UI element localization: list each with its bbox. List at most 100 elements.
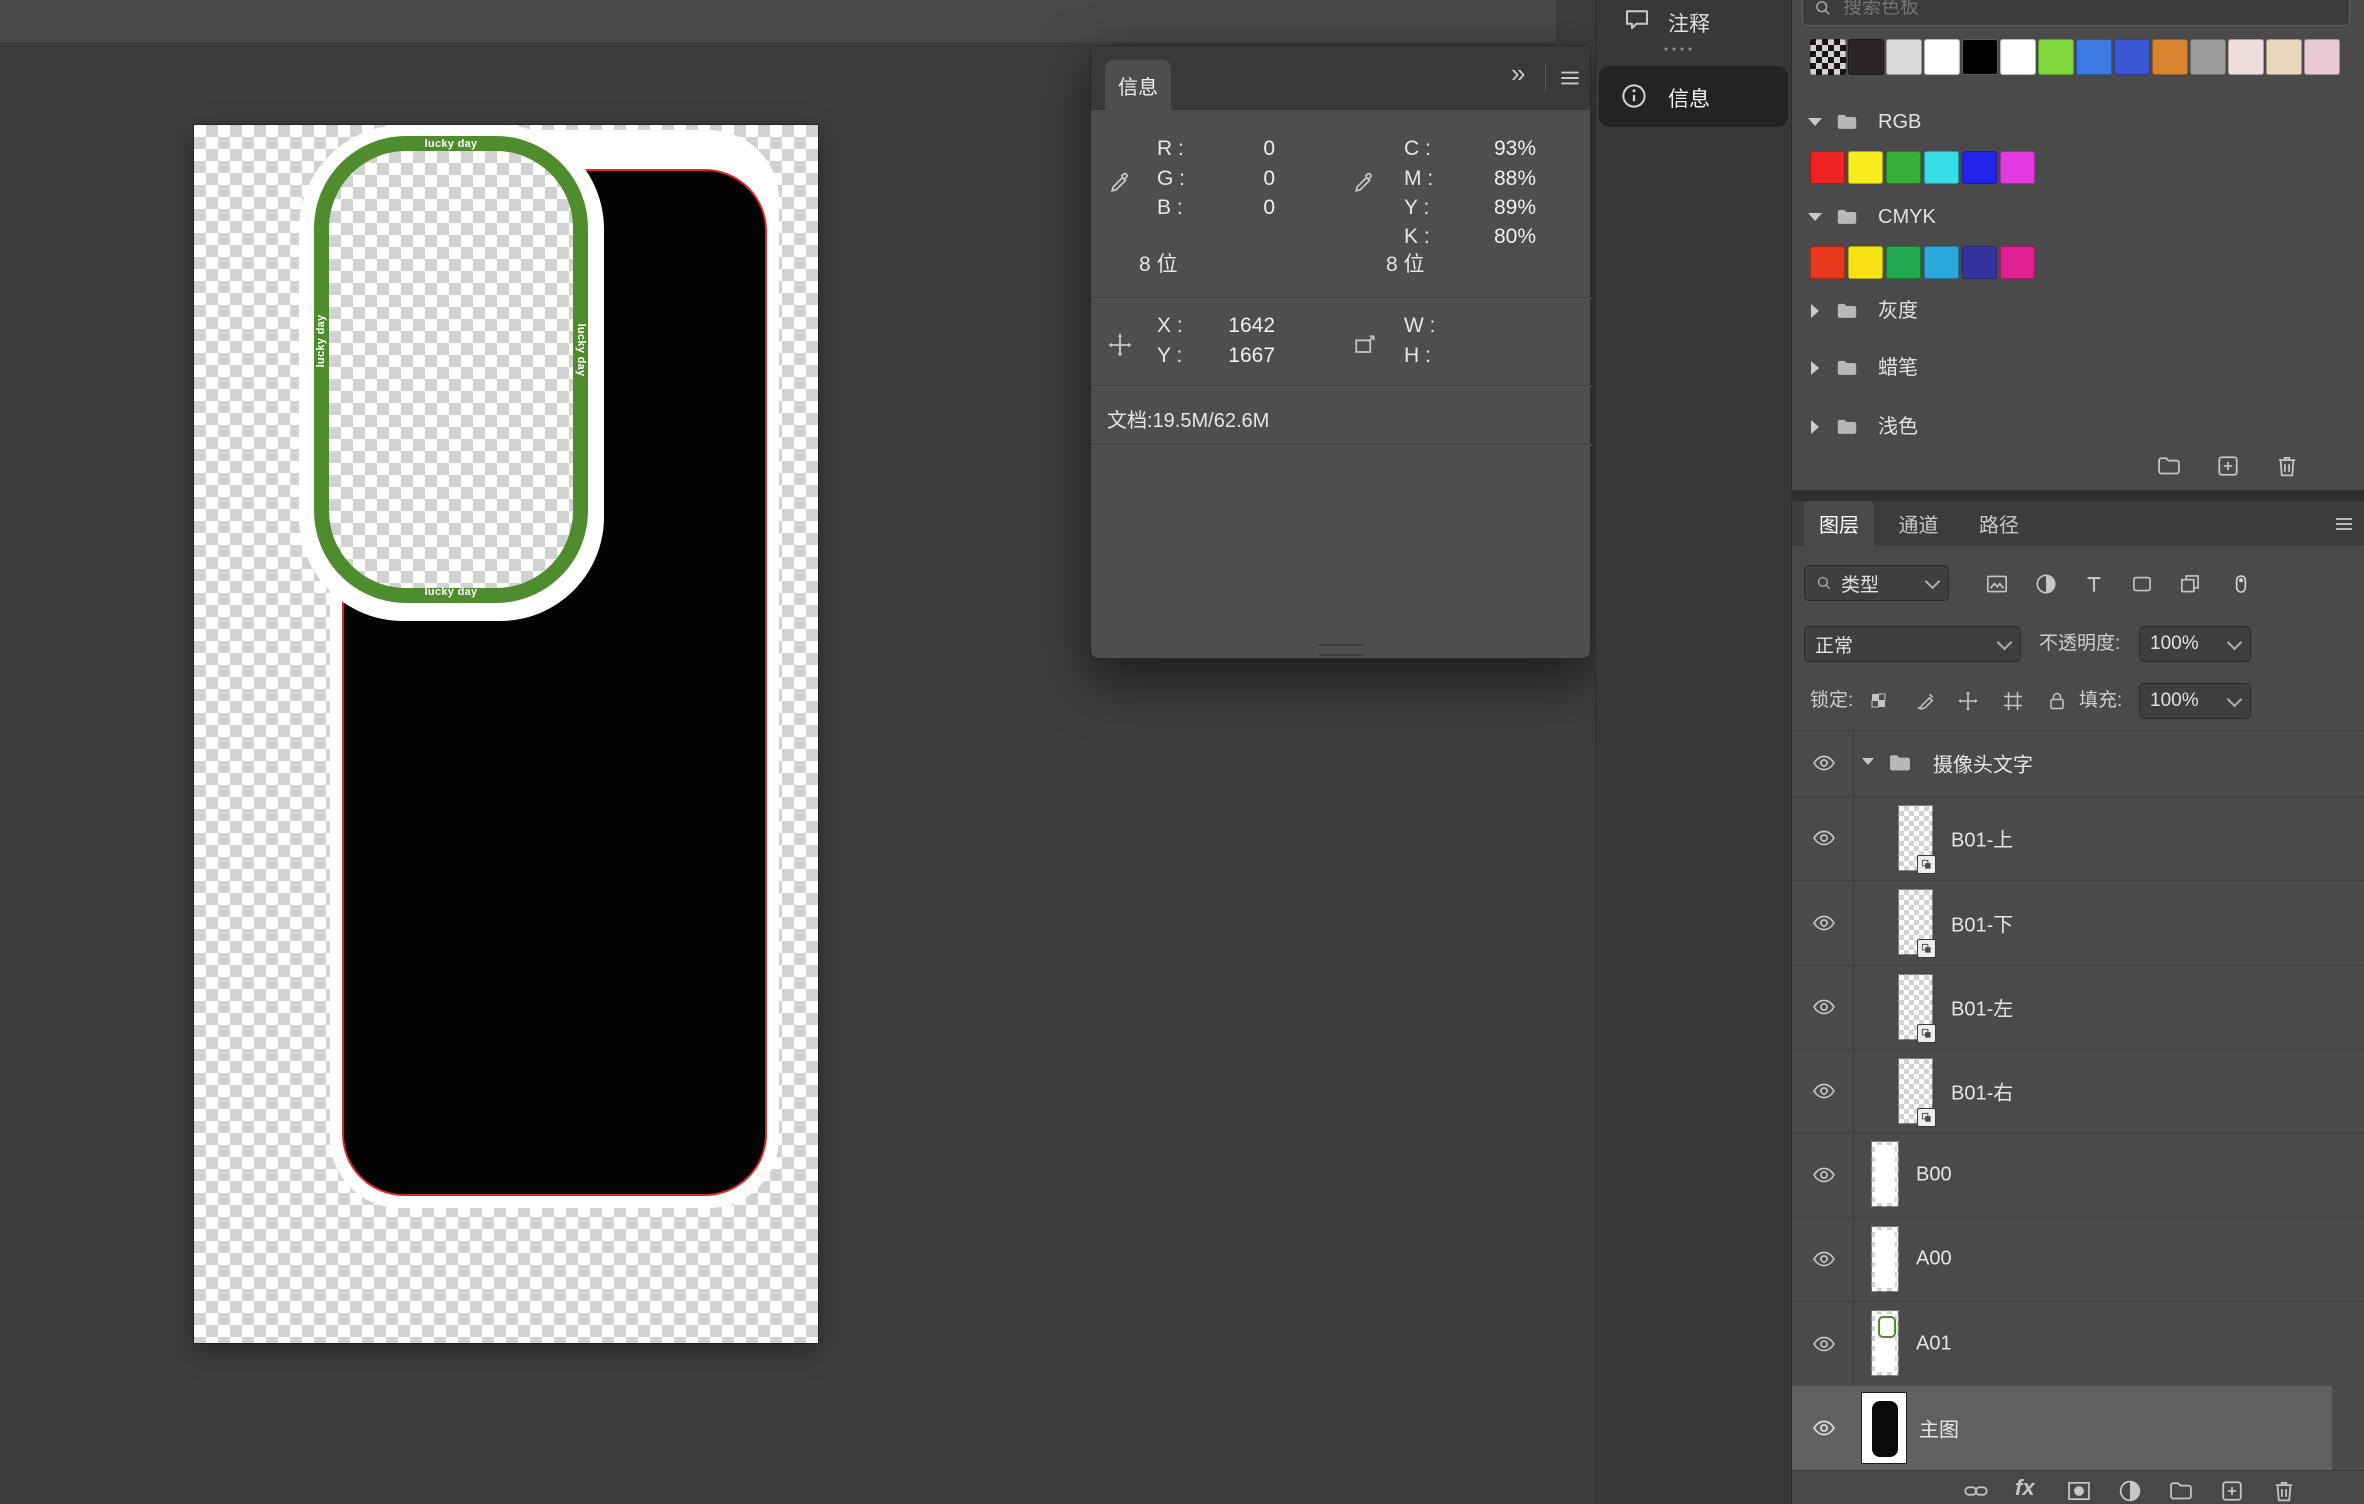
filter-type-layers-icon[interactable] xyxy=(2081,571,2107,597)
lock-artboard-icon[interactable] xyxy=(2001,689,2025,713)
layers-panel-menu-icon[interactable] xyxy=(2332,512,2356,536)
swatch[interactable] xyxy=(1924,246,1959,279)
swatch[interactable] xyxy=(1886,246,1921,279)
swatch[interactable] xyxy=(2000,39,2036,75)
chevron-right-icon[interactable] xyxy=(1811,361,1819,375)
swatch[interactable] xyxy=(2190,39,2226,75)
swatch[interactable] xyxy=(1810,246,1845,279)
info-panel-tab[interactable]: 信息 xyxy=(1105,60,1171,110)
swatch[interactable] xyxy=(1848,246,1883,279)
cmyk-bits[interactable]: 8 位 xyxy=(1386,252,1425,278)
layer-visibility-toggle[interactable] xyxy=(1810,751,1838,775)
layer-filter-type-select[interactable]: 类型 xyxy=(1804,565,1949,601)
panel-resize-grip[interactable] xyxy=(1319,644,1363,656)
swatch[interactable] xyxy=(2000,246,2035,279)
swatch[interactable] xyxy=(1924,151,1959,184)
delete-swatch-button[interactable] xyxy=(2273,452,2301,480)
artboard[interactable]: lucky day lucky day lucky day lucky day xyxy=(194,125,818,1343)
swatch[interactable] xyxy=(2152,39,2188,75)
swatch[interactable] xyxy=(1924,39,1960,75)
swatch[interactable] xyxy=(1962,39,1998,75)
filter-shape-layers-icon[interactable] xyxy=(2129,571,2155,597)
filter-adjustment-layers-icon[interactable] xyxy=(2033,571,2059,597)
layer-thumbnail[interactable] xyxy=(1898,1058,1933,1124)
swatch[interactable] xyxy=(2228,39,2264,75)
adjustment-layer-button[interactable] xyxy=(2116,1477,2144,1504)
chevron-right-icon[interactable] xyxy=(1811,420,1819,434)
swatch[interactable] xyxy=(2000,151,2035,184)
delete-layer-button[interactable] xyxy=(2270,1477,2298,1504)
layer-row[interactable]: B01-上 xyxy=(1792,796,2364,880)
layer-visibility-toggle[interactable] xyxy=(1810,995,1838,1019)
filter-pixel-layers-icon[interactable] xyxy=(1984,571,2010,597)
layer-style-button[interactable]: fx xyxy=(2015,1475,2035,1501)
layer-visibility-toggle[interactable] xyxy=(1810,1332,1838,1356)
tab-layers[interactable]: 图层 xyxy=(1804,501,1874,546)
dock-drag-handle[interactable] xyxy=(1662,45,1694,55)
layer-visibility-toggle[interactable] xyxy=(1810,1247,1838,1271)
swatch[interactable] xyxy=(1962,151,1997,184)
swatch[interactable] xyxy=(2114,39,2150,75)
swatch-search-input[interactable] xyxy=(1841,0,2335,27)
layer-visibility-toggle[interactable] xyxy=(1810,826,1838,850)
swatch-group-crayon[interactable]: 蜡笔 xyxy=(1792,351,2364,385)
panel-collapse-icon[interactable]: » xyxy=(1511,58,1525,89)
add-mask-button[interactable] xyxy=(2065,1477,2093,1504)
info-panel-header[interactable]: 信息 » xyxy=(1091,46,1590,110)
new-layer-button[interactable] xyxy=(2218,1477,2246,1504)
layer-row[interactable]: A01 xyxy=(1792,1301,2364,1386)
camera-frame-green[interactable] xyxy=(314,136,588,603)
new-group-button[interactable] xyxy=(2167,1477,2195,1504)
swatch[interactable] xyxy=(2304,39,2340,75)
layer-thumbnail[interactable] xyxy=(1862,1393,1906,1463)
layer-thumbnail[interactable] xyxy=(1871,1226,1899,1292)
layer-row[interactable]: A00 xyxy=(1792,1217,2364,1301)
layer-row[interactable]: B01-右 xyxy=(1792,1049,2364,1132)
swatch[interactable] xyxy=(2266,39,2302,75)
dock-item-notes[interactable]: 注释 xyxy=(1596,0,1792,46)
swatch[interactable] xyxy=(1886,151,1921,184)
layer-row[interactable]: B01-下 xyxy=(1792,880,2364,965)
new-group-button[interactable] xyxy=(2155,452,2183,480)
rgb-bits[interactable]: 8 位 xyxy=(1139,252,1178,278)
layer-row-selected[interactable]: 主图 xyxy=(1792,1386,2332,1470)
swatch[interactable] xyxy=(1962,246,1997,279)
swatch-group-cmyk[interactable]: CMYK xyxy=(1792,200,2364,234)
swatch[interactable] xyxy=(1848,39,1884,75)
swatch-group-light[interactable]: 浅色 xyxy=(1792,410,2364,444)
tab-paths[interactable]: 路径 xyxy=(1964,501,2034,546)
tab-channels[interactable]: 通道 xyxy=(1883,501,1954,546)
filter-toggle-icon[interactable] xyxy=(2228,571,2254,597)
layer-visibility-toggle[interactable] xyxy=(1810,911,1838,935)
panel-menu-icon[interactable] xyxy=(1557,65,1583,91)
fill-select[interactable]: 100% xyxy=(2139,683,2251,719)
new-swatch-button[interactable] xyxy=(2214,452,2242,480)
layer-row[interactable]: B01-左 xyxy=(1792,965,2364,1049)
chevron-right-icon[interactable] xyxy=(1811,304,1819,318)
layer-visibility-toggle[interactable] xyxy=(1810,1163,1838,1187)
swatch[interactable] xyxy=(1848,151,1883,184)
swatch-search-box[interactable] xyxy=(1802,0,2350,26)
swatch[interactable] xyxy=(2038,39,2074,75)
layer-row-group[interactable]: 摄像头文字 xyxy=(1792,730,2364,796)
layer-thumbnail[interactable] xyxy=(1898,805,1933,871)
lock-all-icon[interactable] xyxy=(2045,689,2069,713)
dock-item-info-active[interactable]: 信息 xyxy=(1599,66,1788,127)
opacity-select[interactable]: 100% xyxy=(2139,626,2251,662)
chevron-down-icon[interactable] xyxy=(1808,213,1822,221)
blend-mode-select[interactable]: 正常 xyxy=(1804,626,2021,662)
lock-transparency-icon[interactable] xyxy=(1867,689,1891,713)
layer-thumbnail[interactable] xyxy=(1898,974,1933,1040)
swatch-group-grayscale[interactable]: 灰度 xyxy=(1792,294,2364,328)
layer-thumbnail[interactable] xyxy=(1898,889,1933,955)
layer-visibility-toggle[interactable] xyxy=(1810,1416,1838,1440)
lock-pixels-icon[interactable] xyxy=(1914,689,1938,713)
swatch[interactable] xyxy=(1886,39,1922,75)
swatch[interactable] xyxy=(1810,151,1845,184)
chevron-down-icon[interactable] xyxy=(1808,118,1822,126)
swatch[interactable] xyxy=(1810,39,1846,75)
layer-thumbnail[interactable] xyxy=(1871,1141,1899,1207)
swatch-group-rgb[interactable]: RGB xyxy=(1792,105,2364,139)
group-expand-chevron[interactable] xyxy=(1862,758,1874,765)
layer-thumbnail[interactable] xyxy=(1871,1310,1899,1376)
